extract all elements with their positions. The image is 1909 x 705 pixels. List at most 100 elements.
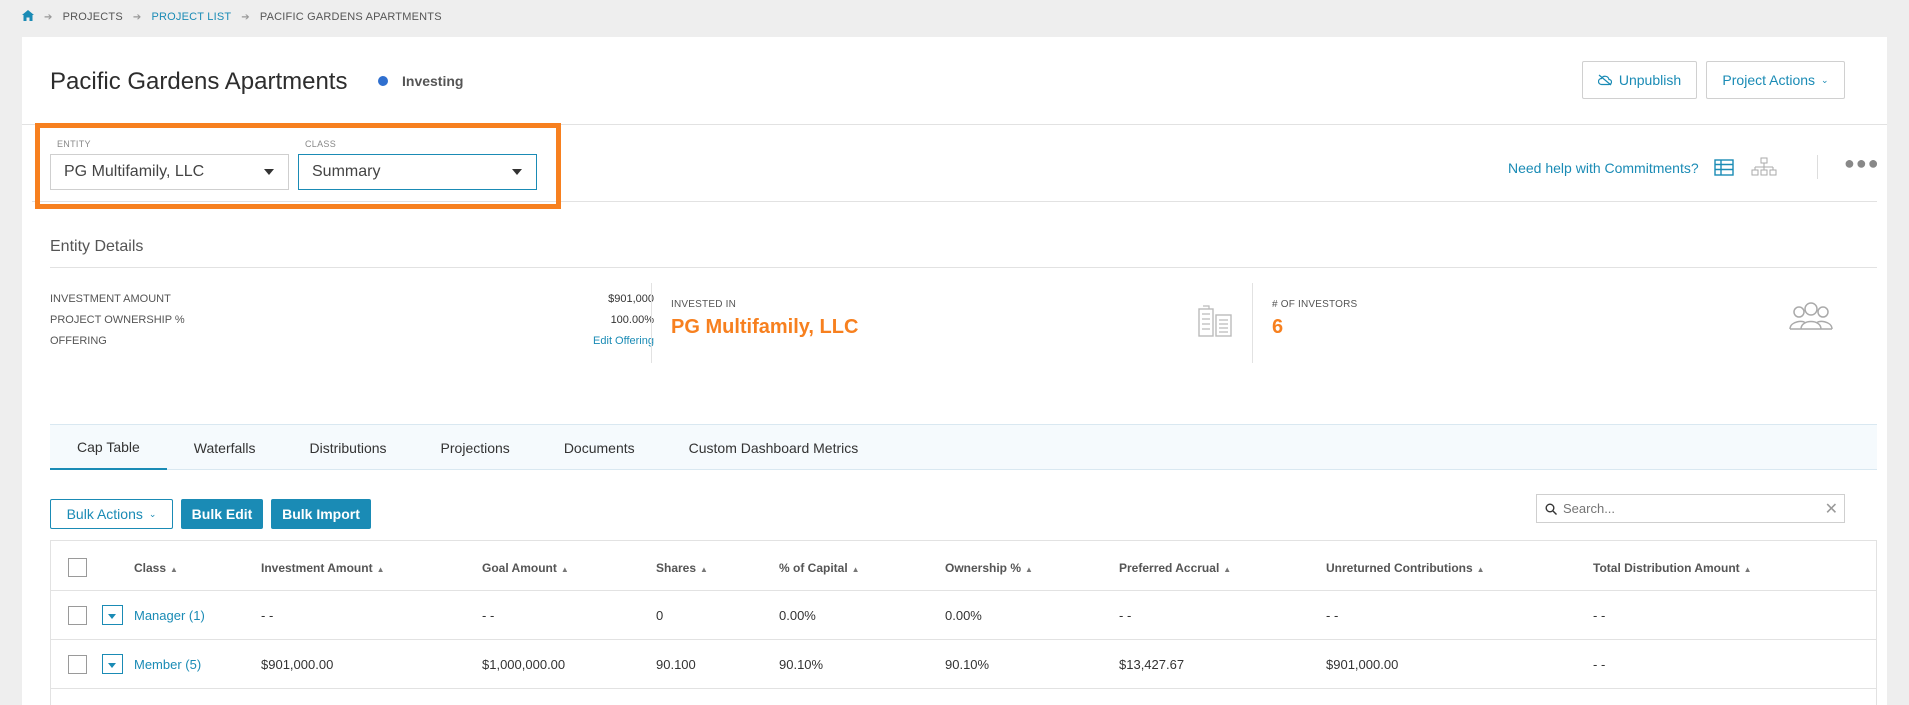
- search-box: ✕: [1536, 494, 1845, 523]
- edit-offering-link[interactable]: Edit Offering: [593, 335, 654, 347]
- preferred-accrual-cell: - -: [1119, 608, 1132, 623]
- breadcrumb-project-list[interactable]: PROJECT LIST: [151, 11, 231, 23]
- row-expand-icon[interactable]: [102, 654, 123, 674]
- home-icon[interactable]: [22, 10, 34, 24]
- col-header-percent-capital[interactable]: % of Capital ▲: [779, 561, 860, 575]
- percent-capital-cell: 90.10%: [779, 657, 824, 672]
- details-divider: [651, 283, 652, 363]
- class-value: Summary: [312, 163, 381, 180]
- offering-label: OFFERING: [50, 335, 107, 347]
- search-input[interactable]: [1563, 501, 1803, 516]
- preferred-accrual-cell: $13,427.67: [1119, 657, 1185, 672]
- row-checkbox[interactable]: [68, 606, 87, 625]
- class-link[interactable]: Member (5): [134, 657, 201, 672]
- col-header-ownership[interactable]: Ownership % ▲: [945, 561, 1033, 575]
- bulk-actions-button[interactable]: Bulk Actions ⌄: [50, 499, 173, 529]
- select-all-checkbox[interactable]: [68, 558, 87, 577]
- more-options-icon[interactable]: ●●●: [1844, 153, 1880, 174]
- percent-capital-cell: 0.00%: [779, 608, 816, 623]
- cap-table: Class ▲ Investment Amount ▲ Goal Amount ▲ S…: [50, 540, 1877, 705]
- breadcrumb-separator-icon: ➔: [132, 11, 142, 23]
- section-title: Entity Details: [50, 238, 144, 255]
- tab-custom-dashboard-metrics[interactable]: Custom Dashboard Metrics: [662, 425, 886, 470]
- breadcrumb-projects[interactable]: PROJECTS: [63, 11, 123, 23]
- shares-cell: 90.100: [656, 657, 696, 672]
- caret-down-icon: [512, 169, 522, 175]
- entity-value: PG Multifamily, LLC: [64, 163, 205, 180]
- table-row: Member (5) $901,000.00 $1,000,000.00 90.…: [51, 640, 1876, 689]
- sort-up-icon: ▲: [170, 565, 178, 574]
- investment-amount-cell: $901,000.00: [261, 657, 334, 672]
- unpublish-label: Unpublish: [1618, 72, 1682, 88]
- sort-up-icon: ▲: [1743, 565, 1752, 574]
- invested-in-value[interactable]: PG Multifamily, LLC: [671, 316, 858, 339]
- ownership-cell: 90.10%: [945, 657, 990, 672]
- details-divider: [1252, 283, 1253, 363]
- row-checkbox[interactable]: [68, 655, 87, 674]
- tab-projections[interactable]: Projections: [414, 425, 537, 470]
- bulk-actions-label: Bulk Actions: [66, 506, 143, 522]
- class-select[interactable]: Summary: [298, 154, 537, 190]
- col-header-class[interactable]: Class ▲: [134, 561, 178, 575]
- breadcrumb-separator-icon: ➔: [44, 11, 53, 23]
- col-header-total-distribution[interactable]: Total Distribution Amount ▲: [1593, 561, 1752, 575]
- chevron-down-icon: ⌄: [1821, 74, 1829, 85]
- toolbar-divider: [1817, 155, 1818, 179]
- table-header-row: Class ▲ Investment Amount ▲ Goal Amount ▲ S…: [51, 541, 1876, 591]
- col-header-investment-amount[interactable]: Investment Amount ▲: [261, 561, 384, 575]
- investment-amount-cell: - -: [261, 608, 274, 623]
- sort-up-icon: ▲: [376, 565, 385, 574]
- sort-up-icon: ▲: [1025, 565, 1033, 574]
- entity-select[interactable]: PG Multifamily, LLC: [50, 154, 289, 190]
- clear-icon[interactable]: ✕: [1825, 499, 1838, 519]
- section-divider: [50, 267, 1877, 268]
- tab-documents[interactable]: Documents: [537, 425, 662, 470]
- project-actions-label: Project Actions: [1722, 72, 1816, 88]
- col-header-preferred-accrual[interactable]: Preferred Accrual ▲: [1119, 561, 1231, 575]
- class-label: CLASS: [305, 139, 337, 149]
- status-dot-icon: [378, 76, 388, 86]
- col-header-shares[interactable]: Shares ▲: [656, 561, 708, 575]
- people-group-icon: [1788, 301, 1834, 336]
- project-ownership-row: PROJECT OWNERSHIP % 100.00%: [50, 314, 654, 328]
- col-header-goal-amount[interactable]: Goal Amount ▲: [482, 561, 569, 575]
- sort-up-icon: ▲: [560, 565, 569, 574]
- title-row: Pacific Gardens Apartments Investing Unp…: [22, 37, 1887, 125]
- sort-up-icon: ▲: [1476, 565, 1485, 574]
- caret-down-icon: [264, 169, 274, 175]
- sort-up-icon: ▲: [1223, 565, 1232, 574]
- unreturned-contributions-cell: $901,000.00: [1326, 657, 1399, 672]
- offering-row: OFFERING Edit Offering: [50, 335, 654, 349]
- project-ownership-label: PROJECT OWNERSHIP %: [50, 314, 185, 326]
- tabs-bar: Cap Table Waterfalls Distributions Proje…: [50, 424, 1877, 470]
- project-card: Pacific Gardens Apartments Investing Unp…: [22, 37, 1887, 705]
- entity-label: ENTITY: [57, 139, 91, 149]
- chevron-down-icon: ⌄: [148, 508, 157, 519]
- status-label: Investing: [402, 73, 464, 89]
- sort-up-icon: ▲: [851, 565, 860, 574]
- invested-in-label: INVESTED IN: [671, 299, 736, 310]
- cloud-off-icon: [1597, 74, 1612, 86]
- table-view-icon[interactable]: [1714, 159, 1734, 181]
- investors-label: # OF INVESTORS: [1272, 299, 1358, 310]
- unpublish-button[interactable]: Unpublish: [1582, 61, 1697, 99]
- investment-amount-value: $901,000: [608, 293, 654, 305]
- project-ownership-value: 100.00%: [610, 314, 654, 326]
- col-header-unreturned-contributions[interactable]: Unreturned Contributions ▲: [1326, 561, 1485, 575]
- class-link[interactable]: Manager (1): [134, 608, 205, 623]
- breadcrumb-current: PACIFIC GARDENS APARTMENTS: [259, 11, 442, 23]
- sort-up-icon: ▲: [700, 565, 708, 574]
- tab-cap-table[interactable]: Cap Table: [50, 425, 167, 470]
- shares-cell: 0: [656, 608, 664, 623]
- tab-distributions[interactable]: Distributions: [283, 425, 414, 470]
- project-actions-button[interactable]: Project Actions ⌄: [1706, 61, 1845, 99]
- unreturned-contributions-cell: - -: [1326, 608, 1339, 623]
- tab-waterfalls[interactable]: Waterfalls: [167, 425, 283, 470]
- row-expand-icon[interactable]: [102, 605, 123, 625]
- org-chart-icon[interactable]: [1751, 157, 1777, 182]
- commitments-help-link[interactable]: Need help with Commitments?: [1508, 160, 1699, 176]
- goal-amount-cell: - -: [482, 608, 495, 623]
- page-title: Pacific Gardens Apartments: [50, 68, 348, 95]
- bulk-import-button[interactable]: Bulk Import: [271, 499, 371, 529]
- bulk-edit-button[interactable]: Bulk Edit: [181, 499, 263, 529]
